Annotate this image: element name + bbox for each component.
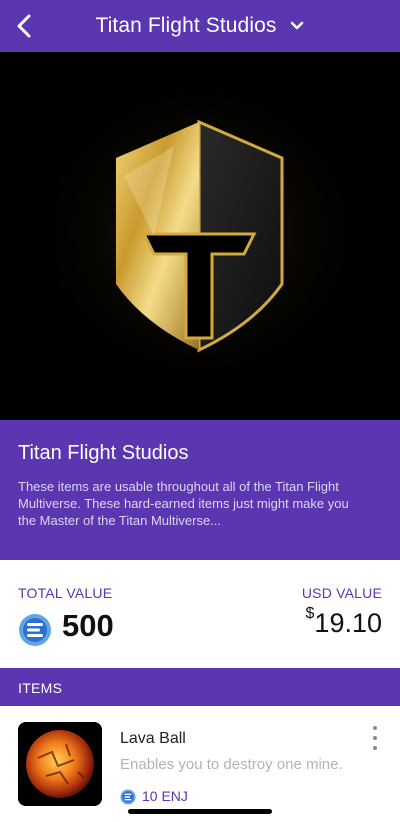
top-bar: Titan Flight Studios	[0, 0, 400, 52]
collection-title: Titan Flight Studios	[18, 442, 189, 464]
item-name: Lava Ball	[120, 730, 186, 747]
total-value-label: TOTAL VALUE	[18, 585, 113, 601]
list-item[interactable]: Lava Ball Enables you to destroy one min…	[0, 706, 400, 822]
dot	[373, 736, 377, 740]
page-title: Titan Flight Studios	[95, 14, 277, 37]
more-options-icon[interactable]	[368, 726, 382, 750]
item-thumbnail	[18, 722, 102, 806]
total-value-amount: 500	[62, 608, 114, 643]
titan-shield-logo	[116, 119, 284, 353]
enjin-coin-icon	[19, 614, 51, 646]
home-indicator[interactable]	[128, 809, 272, 814]
usd-value-label: USD VALUE	[301, 585, 382, 601]
value-summary: TOTAL VALUE USD VALUE 500 $19.10	[0, 560, 400, 668]
lava-ball-image	[18, 722, 102, 806]
item-price: 10 ENJ	[142, 788, 188, 804]
chevron-down-icon	[290, 21, 304, 31]
dot	[373, 726, 377, 730]
item-description: Enables you to destroy one mine.	[120, 756, 343, 773]
collection-info: Titan Flight Studios These items are usa…	[0, 420, 400, 560]
collection-description: These items are usable throughout all of…	[18, 479, 349, 528]
items-section-label: ITEMS	[18, 680, 63, 696]
enjin-coin-icon	[120, 789, 136, 805]
items-section-header: ITEMS	[0, 668, 400, 706]
usd-value: $19.10	[305, 605, 382, 639]
title-dropdown[interactable]: Titan Flight Studios	[0, 0, 400, 52]
dot	[373, 746, 377, 750]
collection-banner	[0, 52, 400, 420]
usd-value-amount: 19.10	[314, 608, 382, 638]
usd-symbol: $	[305, 605, 315, 622]
